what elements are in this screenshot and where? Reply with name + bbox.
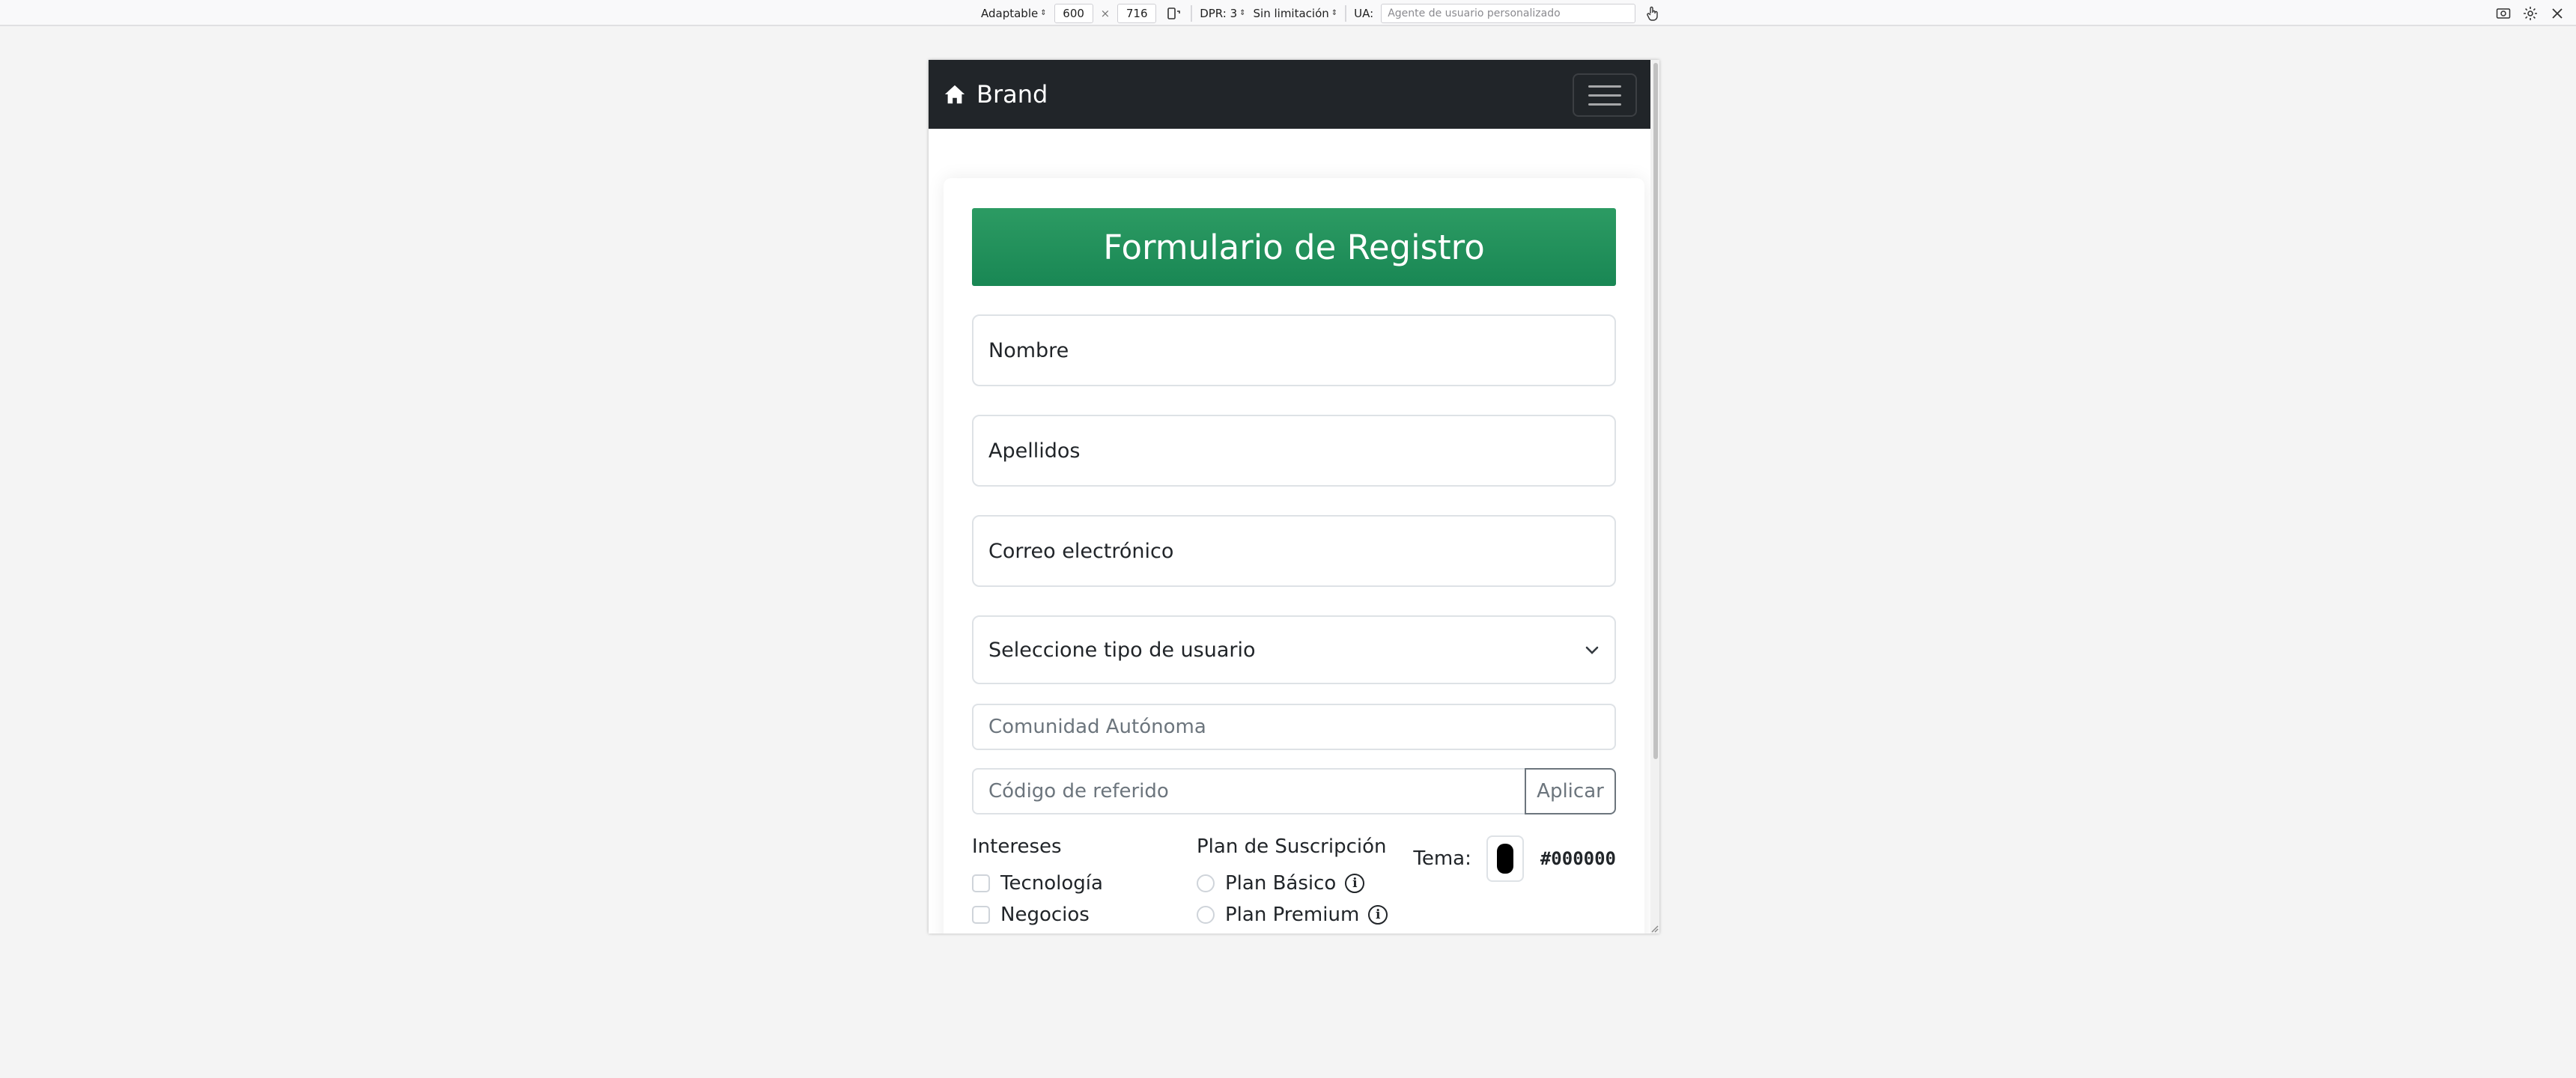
toolbar-divider <box>1345 4 1347 22</box>
touch-icon[interactable] <box>1643 4 1662 23</box>
viewport-height-input[interactable]: 716 <box>1117 3 1157 23</box>
screenshot-icon[interactable] <box>2494 4 2513 23</box>
interest-option[interactable]: Negocios <box>972 903 1197 927</box>
resize-handle-icon[interactable] <box>1647 922 1659 934</box>
email-field[interactable]: Correo electrónico <box>972 515 1616 587</box>
home-icon <box>944 85 965 104</box>
rotate-icon[interactable] <box>1164 4 1183 23</box>
user-type-select[interactable]: Seleccione tipo de usuario <box>972 615 1616 684</box>
comunidad-placeholder: Comunidad Autónoma <box>988 716 1206 738</box>
brand-label: Brand <box>976 80 1048 109</box>
referral-placeholder: Código de referido <box>988 780 1169 803</box>
form-title: Formulario de Registro <box>972 208 1616 286</box>
apply-button[interactable]: Aplicar <box>1525 768 1616 814</box>
color-input[interactable] <box>1486 835 1524 882</box>
radio[interactable] <box>1197 874 1215 892</box>
dimension-separator: × <box>1100 6 1111 20</box>
responsive-toolbar: Adaptable ⇕ 600 × 716 DPR: 3 ⇕ Sin limit… <box>0 0 2576 26</box>
nombre-label: Nombre <box>988 338 1069 362</box>
dpr-selector[interactable]: DPR: 3 ⇕ <box>1200 7 1245 20</box>
device-label: Adaptable <box>981 6 1039 20</box>
theme-picker: Tema: #000000 <box>1413 835 1616 882</box>
updown-icon: ⇕ <box>1331 9 1338 17</box>
user-type-label: Seleccione tipo de usuario <box>988 638 1256 662</box>
plan-option[interactable]: Plan Premium i <box>1197 903 1421 927</box>
checkbox[interactable] <box>972 874 990 892</box>
throttling-selector[interactable]: Sin limitación ⇕ <box>1254 7 1338 20</box>
close-icon[interactable] <box>2548 4 2567 23</box>
radio[interactable] <box>1197 906 1215 924</box>
theme-label: Tema: <box>1413 847 1471 870</box>
updown-icon: ⇕ <box>1040 9 1047 17</box>
updown-icon: ⇕ <box>1239 9 1246 17</box>
info-icon[interactable]: i <box>1345 874 1365 893</box>
navbar: Brand <box>929 60 1650 129</box>
toolbar-right <box>2486 0 2567 26</box>
interest-option[interactable]: Tecnología <box>972 871 1197 895</box>
ua-label: UA: <box>1354 6 1374 20</box>
viewport-width-input[interactable]: 600 <box>1054 3 1093 23</box>
interest-label: Tecnología <box>1000 872 1103 895</box>
nombre-field[interactable]: Nombre <box>972 314 1616 386</box>
toolbar-divider <box>1191 4 1193 22</box>
email-label: Correo electrónico <box>988 539 1174 563</box>
toolbar-controls: Adaptable ⇕ 600 × 716 DPR: 3 ⇕ Sin limit… <box>981 0 1670 26</box>
brand-link[interactable]: Brand <box>944 80 1048 109</box>
apellidos-field[interactable]: Apellidos <box>972 415 1616 487</box>
options-row: Intereses Tecnología Negocios Plan de Su… <box>972 835 1616 934</box>
referral-code-input[interactable]: Código de referido <box>972 768 1525 814</box>
referral-input-group: Código de referido Aplicar <box>972 768 1616 814</box>
hamburger-icon <box>1588 94 1621 97</box>
plan-title: Plan de Suscripción <box>1197 835 1387 858</box>
color-swatch <box>1496 844 1513 874</box>
navbar-toggler-button[interactable] <box>1573 73 1637 117</box>
throttling-label: Sin limitación <box>1253 6 1329 20</box>
plan-group: Plan de Suscripción Plan Básico i Plan P… <box>1197 835 1421 934</box>
checkbox[interactable] <box>972 906 990 924</box>
registration-card: Formulario de Registro Nombre Apellidos … <box>944 178 1644 934</box>
settings-icon[interactable] <box>2521 4 2540 23</box>
viewport-scrollbar[interactable] <box>1650 60 1659 934</box>
hamburger-icon <box>1588 85 1621 88</box>
interests-title: Intereses <box>972 835 1062 858</box>
comunidad-input[interactable]: Comunidad Autónoma <box>972 704 1616 750</box>
apellidos-label: Apellidos <box>988 439 1081 463</box>
scrollbar-thumb[interactable] <box>1653 63 1658 759</box>
info-icon[interactable]: i <box>1368 905 1388 925</box>
theme-hex-value: #000000 <box>1540 848 1616 869</box>
device-selector[interactable]: Adaptable ⇕ <box>981 7 1047 20</box>
user-agent-input[interactable]: Agente de usuario personalizado <box>1381 3 1636 23</box>
plan-label: Plan Premium <box>1225 904 1360 926</box>
interests-group: Intereses Tecnología Negocios <box>972 835 1197 934</box>
device-viewport: Brand Formulario de Registro Nombre Apel… <box>929 60 1659 934</box>
plan-option[interactable]: Plan Básico i <box>1197 871 1421 895</box>
hamburger-icon <box>1588 103 1621 106</box>
plan-label: Plan Básico <box>1225 872 1337 895</box>
dpr-label: DPR: 3 <box>1200 6 1238 20</box>
chevron-down-icon <box>1585 646 1599 654</box>
interest-label: Negocios <box>1000 904 1090 926</box>
